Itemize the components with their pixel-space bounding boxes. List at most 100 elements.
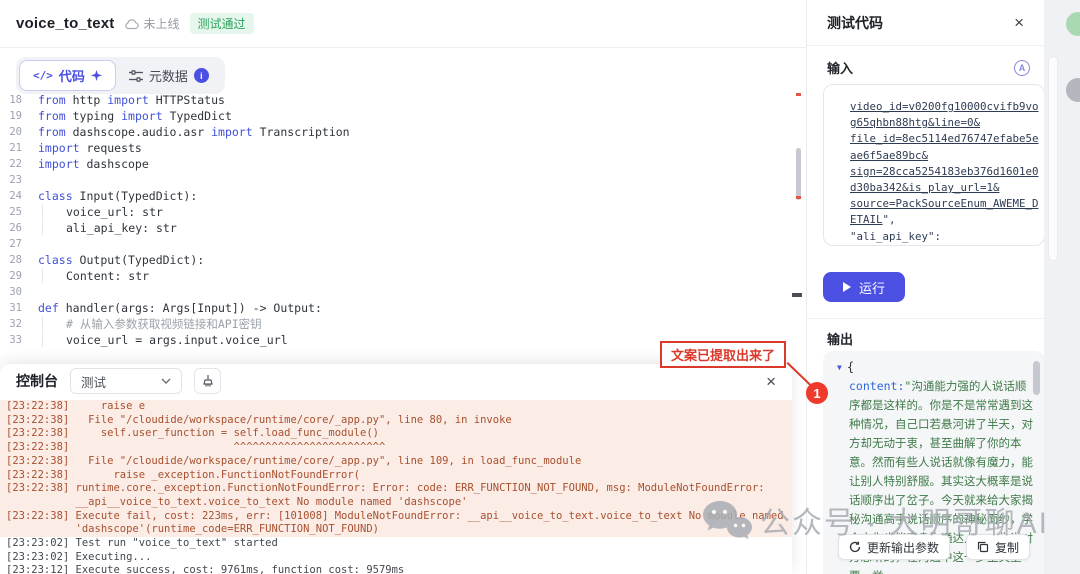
input-line: sign=28cca5254183eb376d1601e0 (850, 164, 1039, 180)
input-line: ETAIL", (850, 212, 1036, 228)
collapse-arrow-icon[interactable]: ▼ (837, 363, 842, 372)
log-row: [23:22:38] raise e (0, 400, 792, 414)
line-number: 32 (9, 318, 22, 330)
line-number: 18 (9, 94, 22, 106)
text-segment: from (38, 109, 66, 123)
code-icon: </> (33, 69, 53, 82)
log-row: [23:22:38] runtime.core._exception.Funct… (0, 482, 792, 496)
line-number: 24 (9, 190, 22, 202)
code-line: 30 (0, 284, 792, 300)
code-text: from typing import TypedDict (38, 108, 232, 124)
play-icon (842, 282, 851, 292)
text-segment: g65qhbn88htg&line=0& (850, 116, 981, 130)
annotation-step-badge: 1 (806, 382, 828, 404)
output-actions: 更新输出参数 复制 (823, 534, 1045, 560)
code-line: 31 def handler(args: Args[Input]) -> Outp… (0, 300, 792, 316)
input-line: g65qhbn88htg&line=0& (850, 115, 1036, 131)
log-row: [23:22:38] File "/cloudide/workspace/run… (0, 413, 792, 428)
editor-scrollbar-thumb[interactable] (796, 148, 801, 200)
text-segment: dashscope (79, 157, 149, 171)
line-number: 20 (9, 126, 22, 138)
annotation-callout: 文案已提取出来了 (660, 341, 787, 368)
console-title: 控制台 (16, 373, 58, 389)
code-line: 23 (0, 172, 792, 188)
publish-status-label: 未上线 (143, 17, 180, 31)
text-segment: video_id=v0200fg10000cvifb9vo (850, 100, 1039, 113)
line-number: 26 (9, 222, 22, 234)
editor-scrollbar[interactable] (792, 92, 802, 362)
code-line: 25 voice_url: str (0, 204, 792, 220)
code-text: class Input(TypedDict): (38, 188, 197, 204)
text-segment: typing (65, 109, 122, 123)
console-close-icon[interactable]: × (766, 373, 776, 390)
text-segment: http (65, 93, 108, 107)
console-log[interactable]: [23:22:38] raise e [23:22:38] File "/clou… (0, 400, 792, 574)
input-label: 输入 (827, 61, 854, 76)
code-line: 28 class Output(TypedDict): (0, 252, 792, 268)
code-text: from dashscope.audio.asr import Transcri… (38, 124, 350, 140)
panel-scrollbar-thumb[interactable] (1048, 56, 1058, 261)
floating-button-gray[interactable] (1066, 78, 1080, 102)
text-segment: source=PackSourceEnum_AWEME_D (850, 197, 1039, 211)
text-segment: ", (882, 213, 896, 227)
console-header: 控制台 测试 × (0, 364, 792, 398)
text-segment: HTTPStatus (148, 93, 225, 107)
input-line: "ali_api_key": (850, 229, 1036, 245)
output-key: content: (849, 379, 905, 393)
publish-status: 未上线 (124, 15, 180, 32)
input-line: d30ba342&is_play_url=1& (850, 180, 1036, 196)
test-input-editor[interactable]: video_id=v0200fg10000cvifb9vo g65qhbn88ht… (823, 84, 1045, 246)
tab-code[interactable]: </> 代码 (19, 60, 116, 91)
clear-console-button[interactable] (194, 368, 221, 394)
code-text: class Output(TypedDict): (38, 252, 204, 268)
log-row: [23:22:38] Execute fail, cost: 223ms, er… (0, 509, 792, 524)
test-panel-header: 测试代码 × (807, 0, 1044, 46)
run-button[interactable]: 运行 (823, 272, 905, 302)
copy-button[interactable]: 复制 (966, 534, 1031, 560)
code-line: 18 from http import HTTPStatus (0, 92, 792, 108)
line-number: 21 (9, 142, 22, 154)
input-line: ae6f5ae89bc& (850, 148, 1036, 164)
tab-metadata[interactable]: 元数据 i (116, 60, 222, 91)
code-text: import requests (38, 140, 142, 156)
text-segment: def (38, 301, 59, 315)
line-number: 33 (9, 334, 22, 346)
text-segment (42, 220, 66, 235)
text-segment: import (107, 93, 149, 107)
log-row: [23:22:38] ^^^^^^^^^^^^^^^^^^^^^^^^ (0, 441, 792, 455)
run-button-label: 运行 (858, 280, 885, 296)
code-text: ali_api_key: str (38, 220, 177, 236)
code-line: 19 from typing import TypedDict (0, 108, 792, 124)
text-segment (42, 268, 66, 283)
update-output-params-button[interactable]: 更新输出参数 (837, 534, 950, 560)
copy-icon (977, 541, 989, 553)
text-segment: sign=28cca5254183eb376d1601e0 (850, 164, 1039, 178)
sparkle-icon (90, 70, 102, 81)
text-segment: voice_url: str (66, 205, 163, 219)
line-number: 28 (9, 254, 22, 266)
output-scrollbar-thumb[interactable] (1033, 361, 1040, 395)
broom-icon (201, 374, 215, 388)
floating-button-green[interactable] (1066, 12, 1080, 36)
copy-button-label: 复制 (995, 540, 1020, 555)
text-segment: class (38, 253, 73, 267)
console-env-select[interactable]: 测试 (70, 368, 182, 394)
test-panel-close-icon[interactable]: × (1014, 14, 1024, 31)
text-segment: file_id=8ec5114ed76747efabe5e (850, 132, 1039, 146)
code-editor[interactable]: 18 from http import HTTPStatus 19 from typi… (0, 92, 792, 364)
log-row: [23:22:38] File "/cloudide/workspace/run… (0, 454, 792, 469)
code-line: 32 # 从输入参数获取视频链接和API密钥 (0, 316, 792, 332)
code-text: from http import HTTPStatus (38, 92, 225, 108)
status-badge: 测试通过 (189, 13, 254, 34)
output-open-brace: { (846, 360, 855, 374)
update-output-params-label: 更新输出参数 (866, 540, 939, 555)
code-line: 22 import dashscope (0, 156, 792, 172)
code-line: 21 import requests (0, 140, 792, 156)
test-panel-title: 测试代码 (827, 14, 883, 31)
line-number: 30 (9, 286, 22, 298)
auto-generate-icon[interactable]: A (1014, 59, 1030, 76)
text-segment: Output(TypedDict): (72, 253, 205, 267)
cloud-icon (124, 18, 140, 30)
code-text: Content: str (38, 268, 149, 284)
text-segment: voice_url = args.input.voice_url (66, 333, 288, 347)
